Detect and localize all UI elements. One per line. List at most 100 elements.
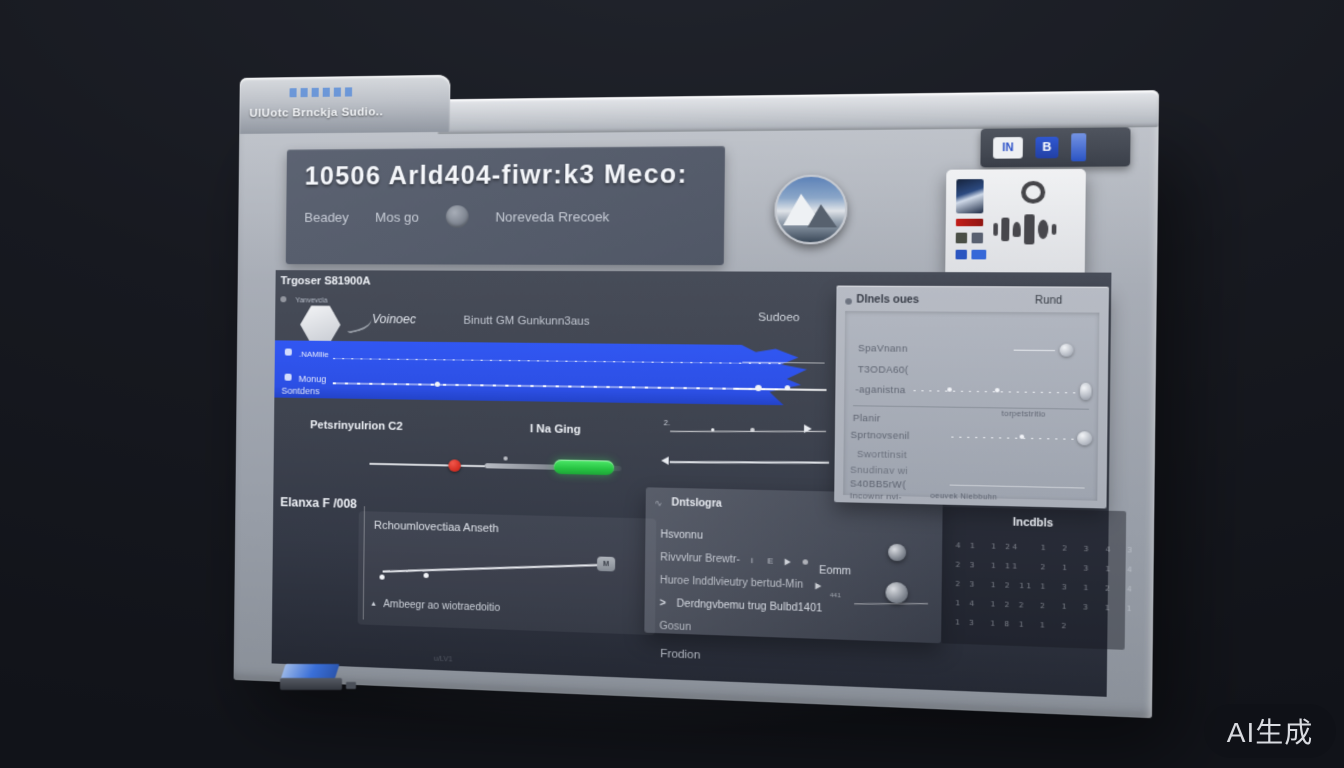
swatch-blue2-icon[interactable] (971, 250, 986, 260)
prop-line-1 (1014, 350, 1055, 351)
red-slider-track[interactable] (369, 463, 484, 467)
header-menu: Beadey Mos go Noreveda Rrecoek (304, 205, 609, 228)
dialog-footer-label: Frodion (660, 648, 700, 662)
prop-row-2[interactable]: T3ODA60( (858, 364, 909, 375)
header-card: 10506 Arld404-fiwr:k3 Meco: Beadey Mos g… (286, 146, 725, 265)
window-title-tab[interactable]: UlUotc Brnckja Sudio.. (239, 75, 450, 134)
prop-line-8 (950, 485, 1085, 489)
floor-object-bit (346, 682, 356, 689)
hexagon-icon[interactable] (300, 304, 341, 345)
detail-slider-handle[interactable]: M (597, 556, 615, 571)
dialog-item-2[interactable]: Rivvvlrur Brewtr- i E (660, 552, 808, 568)
waveform-line-1 (333, 358, 797, 364)
prop-row-9-right: oeuvek Niebbuhn (930, 493, 997, 502)
matrix-panel: Incdbls 4 1 1 24 1 2 3 4 3 2 3 1 11 2 1 … (941, 507, 1126, 650)
matrix-row: 1 4 1 2 2 2 1 3 1 1 (955, 599, 1134, 613)
brand-circle-icon (1021, 181, 1045, 204)
dialog-item-3[interactable]: Huroe Inddlvieutry bertud-Min (660, 575, 822, 592)
detail-title: Elanxa F /008 (280, 495, 357, 511)
mixer-left-label: Petsrinyulrion C2 (310, 419, 403, 433)
prop-row-4[interactable]: Planir (853, 413, 881, 424)
window-title: UlUotc Brnckja Sudio.. (249, 106, 383, 120)
playhead-dot-2[interactable] (785, 385, 791, 390)
prop-row-7[interactable]: Snudinav wi (850, 464, 908, 476)
prop-row-5[interactable]: Sprtnovsenil (850, 429, 909, 441)
triangle-icon: ▲ (370, 601, 377, 608)
dialog-item-4[interactable]: > Derdngvbemu trug Bulbd1401 (660, 598, 823, 615)
dialog-tick-value: 441 (830, 593, 841, 600)
dialog-slider-line (854, 603, 928, 604)
prop-row-3[interactable]: -aganistna (855, 384, 905, 395)
section-sub: Yanvevcla (295, 297, 327, 304)
wave-dot[interactable] (435, 382, 440, 387)
matrix-row: 2 3 1 2 11 1 3 1 2 4 (955, 580, 1134, 594)
divider (853, 405, 1089, 410)
prop-knob-5[interactable] (1077, 431, 1092, 445)
floor-object-base (280, 678, 342, 690)
track2-sublabel: Sontdens (281, 386, 319, 397)
panel-bullet-icon (845, 298, 852, 304)
green-toggle-button[interactable] (554, 459, 614, 475)
prop-knob-1[interactable] (1060, 344, 1074, 357)
properties-panel: Dlnels oues Rund SpaVnann T3ODA60( -agan… (834, 286, 1109, 509)
track2-icon[interactable] (285, 374, 292, 381)
image-thumbnail[interactable] (956, 179, 984, 213)
arrow-right-icon[interactable] (804, 424, 812, 433)
menu-item-2[interactable]: Mos go (375, 209, 419, 224)
faint-label: u/LV1 (434, 656, 452, 664)
asset-panel (945, 169, 1086, 277)
page-title: 10506 Arld404-fiwr:k3 Meco: (305, 160, 688, 192)
menu-item-1[interactable]: Beadey (304, 209, 349, 224)
arrow-left-icon[interactable] (661, 456, 669, 464)
run-button[interactable]: Rund (1035, 295, 1063, 307)
clip-description: Binutt GM Gunkunn3aus (463, 315, 589, 328)
red-slider-knob[interactable] (448, 459, 461, 472)
detail-slider-dot-1[interactable] (379, 574, 384, 579)
dialog-item-1[interactable]: Hsvonnu (660, 529, 703, 542)
arrow-right-icon (815, 582, 821, 589)
mini-slider-label: 2. (664, 420, 670, 427)
dialog-item-5[interactable]: Gosun (659, 621, 691, 634)
prop-dotline-5 (951, 437, 1074, 440)
mini-slider-track-2[interactable] (670, 461, 829, 464)
record-circle-icon[interactable] (445, 205, 468, 228)
matrix-row: 2 3 1 11 2 1 3 1 4 (955, 561, 1134, 575)
track1-icon[interactable] (285, 348, 292, 355)
prop-row-9[interactable]: Incownr nvi- (850, 491, 902, 502)
mixer-mid-label: I Na Ging (530, 423, 581, 436)
swatch-gray-icon[interactable] (972, 233, 983, 244)
prop-knob-3[interactable] (1080, 383, 1092, 400)
matrix-title: Incdbls (1013, 517, 1053, 530)
dialog-knob-1[interactable] (888, 544, 906, 561)
app-icon-bar[interactable] (1071, 133, 1086, 161)
prop-row-1[interactable]: SpaVnann (858, 343, 908, 354)
detail-slider-track[interactable] (383, 564, 603, 572)
detail-note: Ambeegr ao wiotraedoitio (383, 599, 500, 614)
detail-slider-dot-2[interactable] (424, 573, 429, 578)
quick-icon-strip: IN B (980, 127, 1130, 167)
app-icon-blue[interactable]: B (1035, 137, 1058, 159)
dialog-knob-2[interactable] (885, 582, 908, 604)
properties-list: SpaVnann T3ODA60( -aganistna Planir torp… (843, 311, 1099, 501)
ai-generated-watermark: AI生成 (1204, 704, 1336, 758)
swatch-blue-icon[interactable] (956, 250, 967, 260)
timeline-right-label: Sudoeo (758, 311, 800, 324)
prop-row-8[interactable]: S40BB5rW( (850, 478, 906, 490)
mini-slider-track-1[interactable] (670, 431, 826, 432)
mini-slider-dot-2 (750, 428, 754, 432)
bullet-icon (280, 296, 286, 302)
app-icon-light[interactable]: IN (993, 137, 1023, 159)
swatch-dark-icon[interactable] (956, 233, 967, 244)
chevron-right-icon: > (660, 598, 666, 610)
track1-label: .NAMllie (299, 350, 329, 359)
waveform-band[interactable]: .NAMllie Monug Sontdens (274, 340, 821, 405)
clip-name[interactable]: Voinoec (372, 312, 416, 327)
menu-item-3[interactable]: Noreveda Rrecoek (495, 208, 609, 224)
properties-title: Dlnels oues (856, 294, 919, 306)
app-window: UlUotc Brnckja Sudio.. 10506 Arld404-fiw… (234, 64, 1160, 720)
prop-row-4-right: torpetstritio (1002, 411, 1046, 419)
swoosh-icon (344, 312, 373, 334)
marker-dot (803, 559, 809, 564)
playhead-dot-1[interactable] (755, 385, 762, 391)
prop-row-6[interactable]: Sworttinsit (857, 449, 907, 461)
